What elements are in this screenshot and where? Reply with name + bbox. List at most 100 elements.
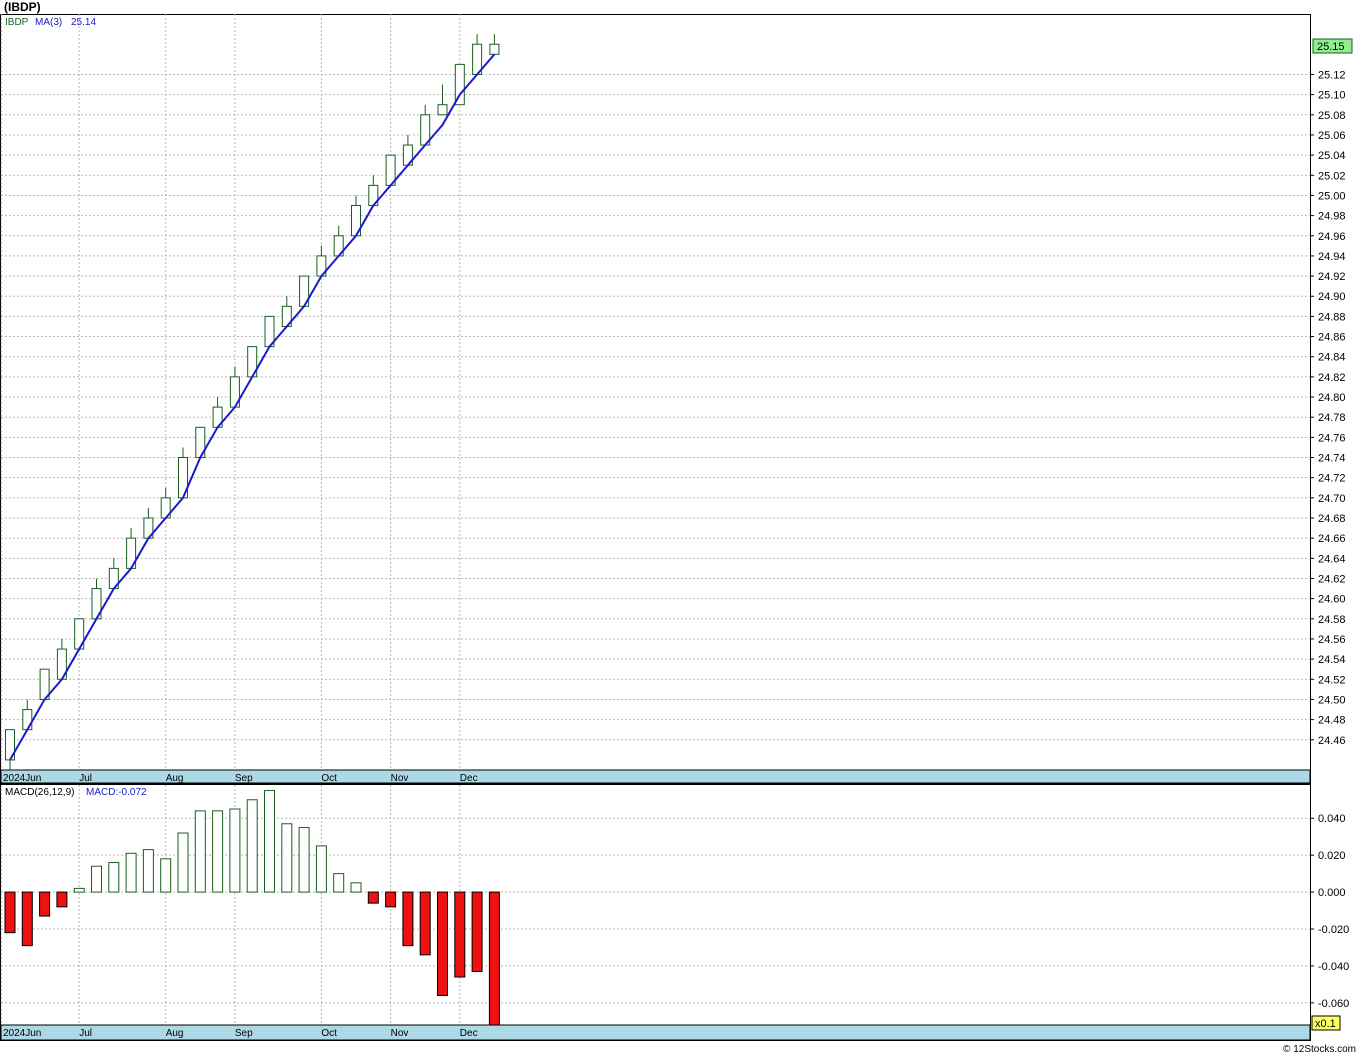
- macd-ytick-label: -0.020: [1318, 924, 1349, 936]
- price-ytick-label: 24.52: [1318, 674, 1346, 686]
- price-ytick-label: 24.50: [1318, 694, 1346, 706]
- price-ytick-label: 25.02: [1318, 170, 1346, 182]
- macd-bar-negative: [419, 891, 431, 956]
- price-panel-frame: [0, 14, 1311, 784]
- price-xtick-label: Dec: [460, 773, 478, 784]
- macd-bar-negative: [471, 891, 483, 972]
- price-ytick-label: 24.78: [1318, 412, 1346, 424]
- price-xtick-label: Aug: [166, 773, 184, 784]
- macd-bar-positive: [264, 790, 275, 893]
- macd-xtick-label: Oct: [321, 1028, 337, 1039]
- price-ytick-label: 24.64: [1318, 553, 1346, 565]
- macd-bar-positive: [333, 873, 345, 893]
- macd-bar-negative: [21, 891, 33, 947]
- macd-y-axis-labels: 0.040 0.020 0.000 -0.020 -0.040 -0.060: [1310, 813, 1349, 1010]
- price-ytick-label: 25.12: [1318, 69, 1346, 81]
- price-ytick-label: 24.86: [1318, 332, 1346, 344]
- macd-bar-positive: [142, 849, 154, 893]
- footer-credit: © 12Stocks.com: [1283, 1044, 1356, 1055]
- chart-canvas: 2024Jun Jul Aug Sep Oct Nov Dec 24.46 24.48 24.5…: [0, 14, 1353, 1041]
- price-ytick-label: 24.98: [1318, 211, 1346, 223]
- macd-bar-positive: [229, 808, 241, 893]
- price-ytick-label: 24.80: [1318, 392, 1346, 404]
- macd-xaxis-band: [0, 1024, 1311, 1041]
- macd-bar-positive: [350, 882, 362, 893]
- price-ytick-label: 24.46: [1318, 735, 1346, 747]
- macd-bar-negative: [437, 891, 448, 996]
- price-xtick-label: Nov: [391, 773, 409, 784]
- price-xtick-label: Jul: [79, 773, 92, 784]
- price-ytick-label: 24.48: [1318, 715, 1346, 727]
- macd-bar-positive: [194, 810, 206, 893]
- last-price-label: 25.15: [1317, 41, 1345, 53]
- macd-bar-negative: [39, 891, 51, 917]
- macd-xtick-label: Sep: [235, 1028, 253, 1039]
- macd-xtick-label: 2024Jun: [3, 1028, 41, 1039]
- macd-ytick-label: 0.000: [1318, 887, 1346, 899]
- macd-ytick-label: -0.060: [1318, 998, 1349, 1010]
- price-ytick-label: 24.54: [1318, 654, 1346, 666]
- price-ytick-label: 24.82: [1318, 372, 1346, 384]
- candle-body: [22, 709, 33, 731]
- price-ytick-label: 24.88: [1318, 311, 1346, 323]
- price-ytick-label: 24.56: [1318, 634, 1346, 646]
- macd-bar-positive: [108, 862, 120, 893]
- candle-body: [489, 43, 500, 55]
- macd-xtick-label: Aug: [166, 1028, 184, 1039]
- macd-bar-negative: [488, 891, 500, 1026]
- macd-ytick-label: 0.020: [1318, 850, 1346, 862]
- price-ytick-label: 24.66: [1318, 533, 1346, 545]
- price-ytick-label: 24.62: [1318, 573, 1346, 585]
- price-y-axis-labels: 24.46 24.48 24.50 24.52 24.54 24.56 24.58 24.60…: [1310, 69, 1346, 747]
- macd-bar-positive: [73, 887, 85, 893]
- price-xtick-label: Oct: [321, 773, 337, 784]
- macd-bar-positive: [281, 823, 293, 893]
- macd-bar-negative: [367, 891, 379, 904]
- macd-bar-positive: [246, 799, 258, 893]
- price-ytick-label: 25.00: [1318, 190, 1346, 202]
- macd-xtick-label: Dec: [460, 1028, 478, 1039]
- price-ytick-label: 24.90: [1318, 291, 1346, 303]
- price-ytick-label: 24.94: [1318, 251, 1346, 263]
- legend-symbol: IBDP: [5, 17, 29, 28]
- macd-bar-positive: [212, 810, 224, 893]
- macd-xtick-label: Jul: [79, 1028, 92, 1039]
- macd-bar-positive: [315, 845, 327, 893]
- macd-bar-negative: [454, 891, 466, 978]
- scale-badge-label: x0.1: [1315, 1018, 1336, 1030]
- price-ytick-label: 24.96: [1318, 231, 1346, 243]
- price-ytick-label: 24.74: [1318, 453, 1346, 465]
- price-ytick-label: 24.84: [1318, 352, 1346, 364]
- price-ytick-label: 25.10: [1318, 90, 1346, 102]
- macd-bar-negative: [402, 891, 414, 947]
- macd-bar-positive: [298, 826, 310, 893]
- macd-bar-positive: [160, 858, 172, 893]
- macd-legend-value: MACD:-0.072: [86, 787, 147, 798]
- price-xtick-label: Sep: [235, 773, 253, 784]
- macd-xtick-label: Nov: [391, 1028, 409, 1039]
- price-xaxis-band: [0, 769, 1311, 784]
- macd-legend-label: MACD(26,12,9): [5, 787, 74, 798]
- price-ytick-label: 24.72: [1318, 473, 1346, 485]
- price-ytick-label: 25.04: [1318, 150, 1346, 162]
- price-ytick-label: 24.92: [1318, 271, 1346, 283]
- macd-bar-positive: [91, 865, 102, 893]
- macd-bar-negative: [56, 891, 68, 908]
- macd-bar-positive: [125, 852, 137, 893]
- price-ytick-label: 24.76: [1318, 432, 1346, 444]
- price-ytick-label: 24.70: [1318, 493, 1346, 505]
- macd-ytick-label: -0.040: [1318, 961, 1349, 973]
- price-ytick-label: 24.60: [1318, 594, 1346, 606]
- price-ytick-label: 24.58: [1318, 614, 1346, 626]
- price-ytick-label: 25.08: [1318, 110, 1346, 122]
- macd-ytick-label: 0.040: [1318, 813, 1346, 825]
- legend-ma-value: 25.14: [71, 17, 96, 28]
- macd-bar-negative: [385, 891, 397, 908]
- macd-bar-negative: [4, 891, 16, 934]
- price-xtick-label: 2024Jun: [3, 773, 41, 784]
- candle-body: [437, 104, 448, 116]
- macd-bar-positive: [177, 832, 189, 893]
- price-ytick-label: 24.68: [1318, 513, 1346, 525]
- price-ytick-label: 25.06: [1318, 130, 1346, 142]
- legend-ma: MA(3): [35, 17, 62, 28]
